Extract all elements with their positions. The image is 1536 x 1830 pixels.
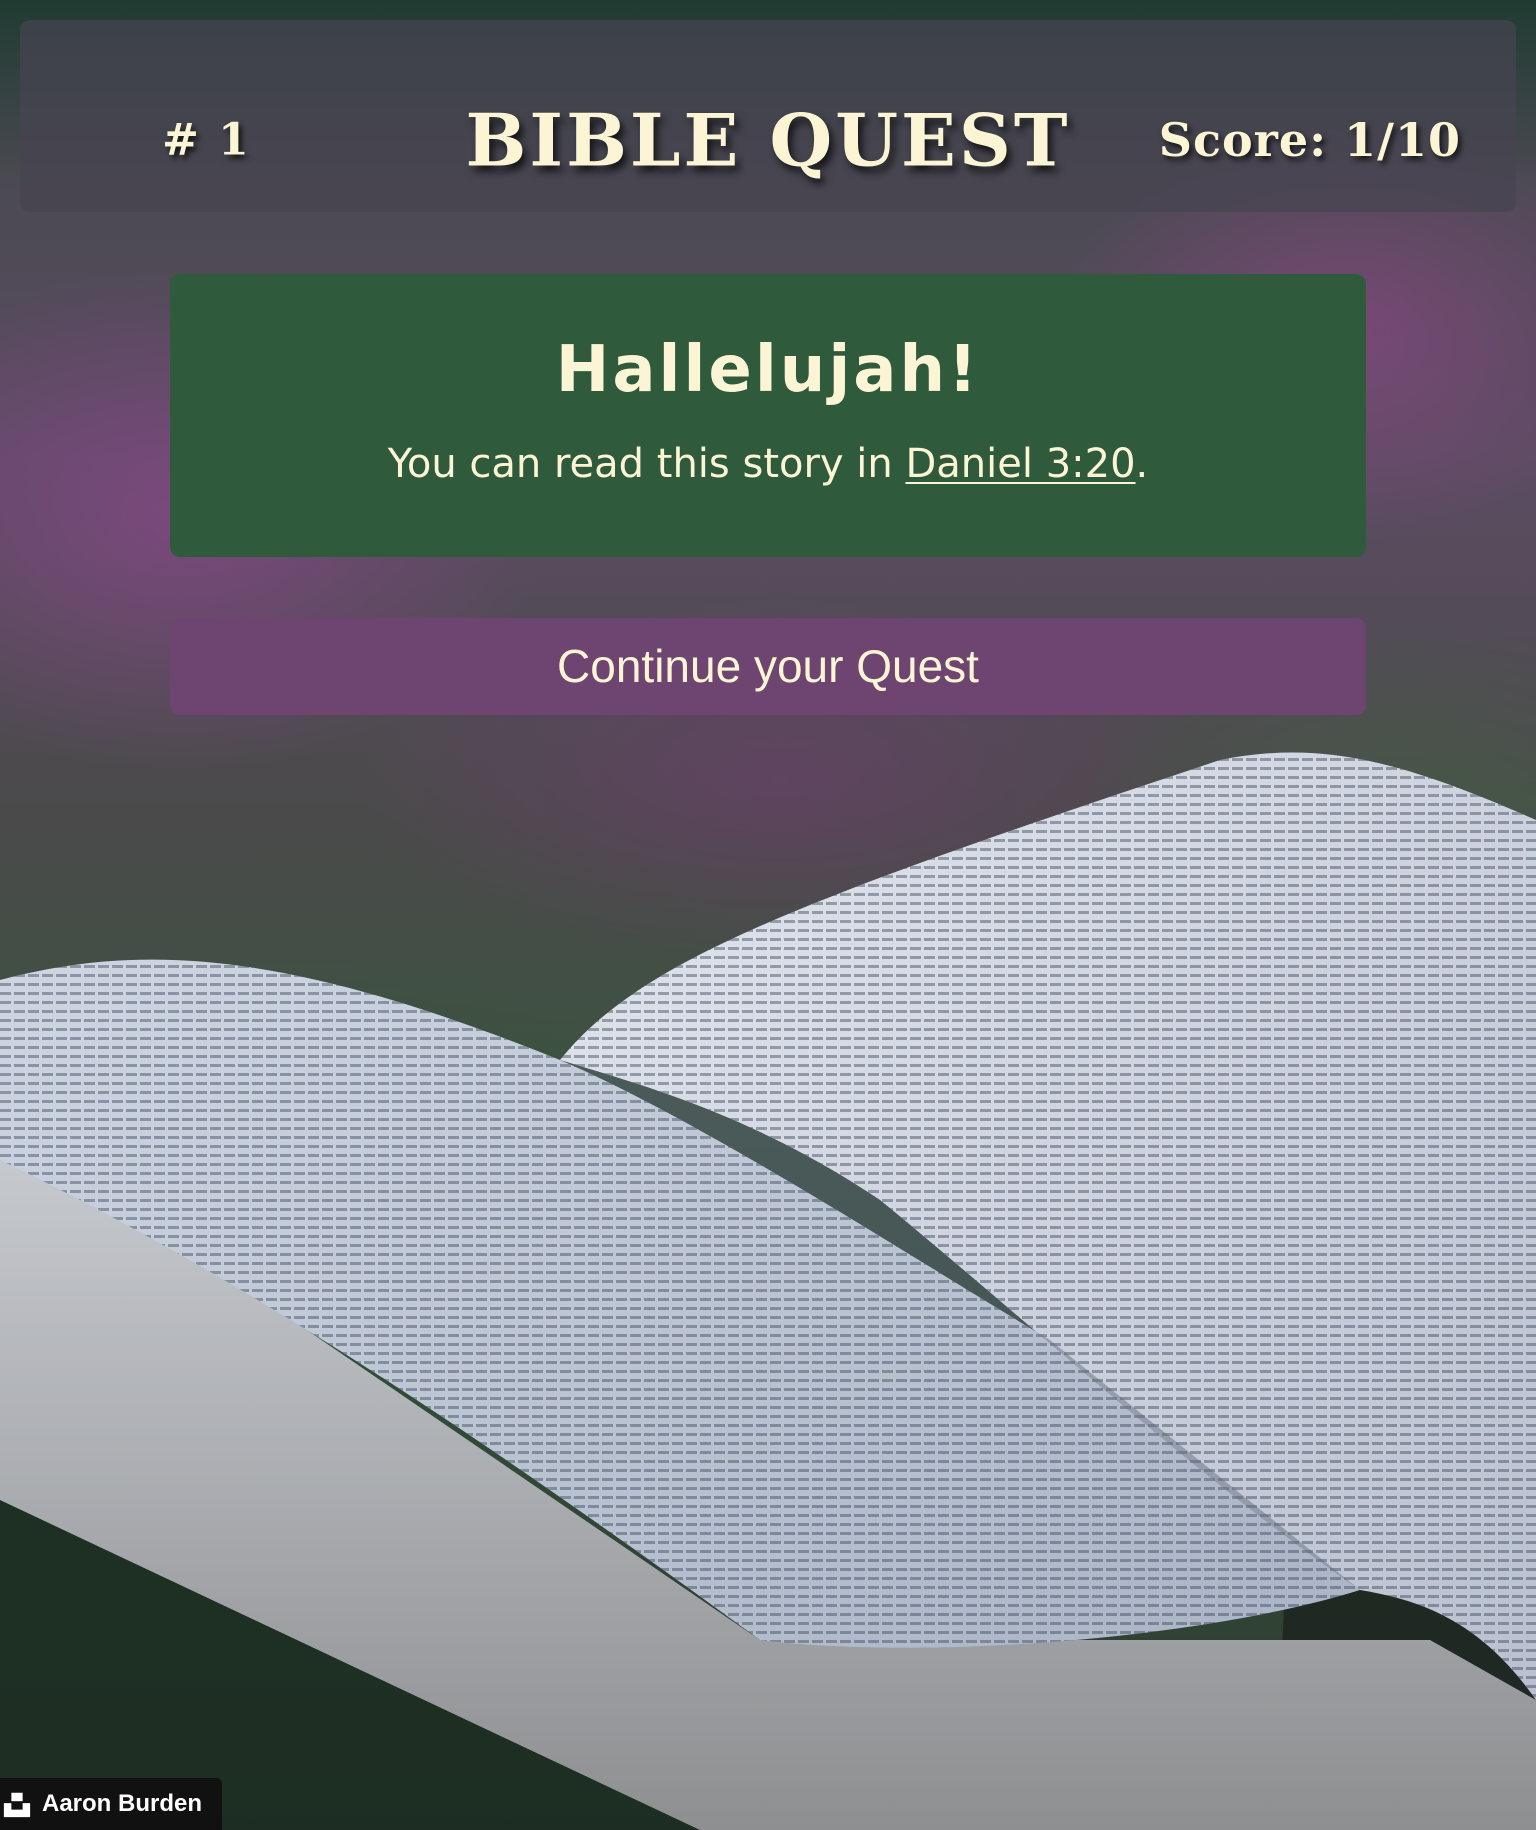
result-message: You can read this story in Daniel 3:20. [170,440,1366,488]
continue-quest-button[interactable]: Continue your Quest [170,618,1366,715]
result-text-after: . [1135,441,1149,487]
header-bar: # 1 BIBLE QUEST Score: 1/10 [20,20,1516,212]
result-heading: Hallelujah! [555,333,981,407]
photo-credit[interactable]: Aaron Burden [0,1778,222,1830]
unsplash-icon [3,1792,31,1818]
scripture-reference-link[interactable]: Daniel 3:20 [905,441,1135,487]
result-card: Hallelujah! You can read this story in D… [170,274,1366,557]
score-display: Score: 1/10 [1158,113,1461,167]
photographer-name: Aaron Burden [42,1790,203,1817]
result-text-before: You can read this story in [387,441,906,487]
